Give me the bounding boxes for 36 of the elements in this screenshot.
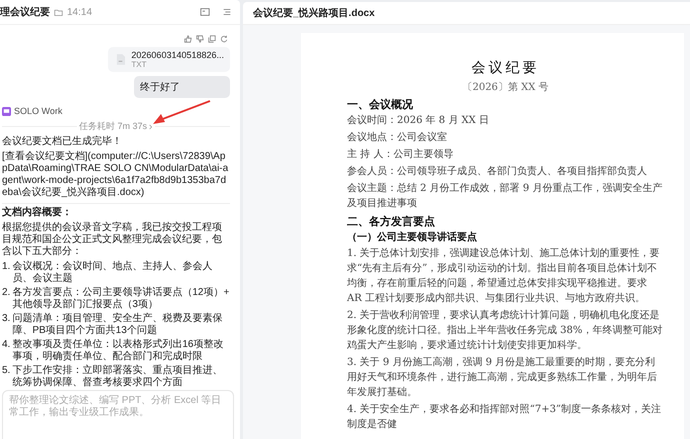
list-number: 2. xyxy=(2,287,10,300)
list-item-text: 整改事项及责任单位：以表格形式列出16项整改事项，明确责任单位、配合部门和完成时限 xyxy=(12,339,224,363)
document-paragraph: 3. 关于 9 月份施工高潮，强调 9 月份是施工最重要的时期，要充分利用好天气和环境条件，进行施工高潮，完成更多熟练工作量，为明年后年发展打基础。 xyxy=(347,356,658,400)
list-item-text: 会议概况：会议时间、地点、主持人、参会人员、会议主题 xyxy=(12,261,214,285)
user-message: 终于好了 xyxy=(134,76,230,98)
document-paragraph: 会议主题：总结 2 月份工作成效，部署 9 月份重点工作，强调安全生产及项目推进事项 xyxy=(347,182,664,211)
agent-name: SOLO Work xyxy=(14,106,62,116)
document-paragraph: 4. 关于安全生产，要求各必和指挥部对照“7+3”制度一条条核对，关注制度是否健 xyxy=(347,402,662,432)
list-item-text: 问题清单：项目管理、安全生产、税费及要素保障、PB项目四个方面共13个问题 xyxy=(12,313,224,337)
document-paragraph: 会议地点：公司会议室 xyxy=(347,130,448,145)
reply-text: 会议纪要文档已生成完毕！ xyxy=(2,136,123,148)
chat-title: 理会议纪要 xyxy=(0,6,50,19)
list-item-text: 各方发言要点：公司主要领导讲话要点（12项）+ 其他领导及部门汇报要点（3项） xyxy=(12,287,230,311)
document-paragraph: 会议时间：2026 年 8 月 XX 日 xyxy=(347,114,490,128)
summary-intro: 根据您提供的会议录音文字稿，我已按交投工程项目规范和国企公文正式文风整理完成会议纪要，包含以下五大部分： xyxy=(2,222,223,258)
summary-heading: 文档内容概要： xyxy=(2,207,73,219)
list-number: 3. xyxy=(2,313,10,326)
list-number: 1. xyxy=(2,261,10,274)
file-name: 20260603140518826... xyxy=(131,50,224,60)
list-number: 4. xyxy=(2,339,10,352)
document-number: 〔2026〕第 XX 号 xyxy=(461,81,550,94)
document-filename: 会议纪要_悦兴路项目.docx xyxy=(253,6,375,20)
subsection-heading: （一）公司主要领导讲话要点 xyxy=(347,230,478,244)
document-paragraph: 参会人员：公司领导班子成员、各部门负责人、各项目指挥部负责人 xyxy=(347,164,648,179)
section-heading: 一、会议概况 xyxy=(347,98,414,112)
file-attachment[interactable]: 20260603140518826... TXT xyxy=(108,47,230,72)
section-heading: 二、各方发言要点 xyxy=(347,214,436,229)
list-item-text: 下步工作安排：立即部署落实、重点项目推进、统筹协调保障、督查考核要求四个方面 xyxy=(12,365,224,389)
document-title: 会议纪要 xyxy=(470,59,540,77)
document-paragraph: 主 持 人：公司主要领导 xyxy=(347,148,454,162)
file-type: TXT xyxy=(131,60,148,69)
list-number: 5. xyxy=(2,365,10,378)
document-paragraph: 2. 关于营收利润管理，要求认真考虑统计计算问题，明确机电化度还是形象化度的统计口径。指出上半年营收任务完成 38%，年终调整可能对鸡蛋大产生影响，要求通过统计计划使安排更加科学。 xyxy=(347,308,664,353)
document-paragraph: 1. 关于总体计划安排，强调建设总体计划、施工总体计划的重要性，要求“先有主后有分”，形成引动运动的计划。指出目前各项目总体计划不均衡，存在前重后轻的问题，希望通过总体安排实现平稳推进。要求 AR 工程计划要形成内部共识、与集团行业共识、与地方政府共识。 xyxy=(347,246,661,306)
document-link-text[interactable]: [查看会议纪要文档](computer://C:\Users\72839\AppData\Roaming\TRAE SOLO CN\ModularData\ai-agent\work-mode-projects\6a1f7a2fb8d9b1353ba7deba\会议纪要_悦兴路项目.docx) xyxy=(2,151,230,199)
chat-time: 14:14 xyxy=(67,6,92,18)
